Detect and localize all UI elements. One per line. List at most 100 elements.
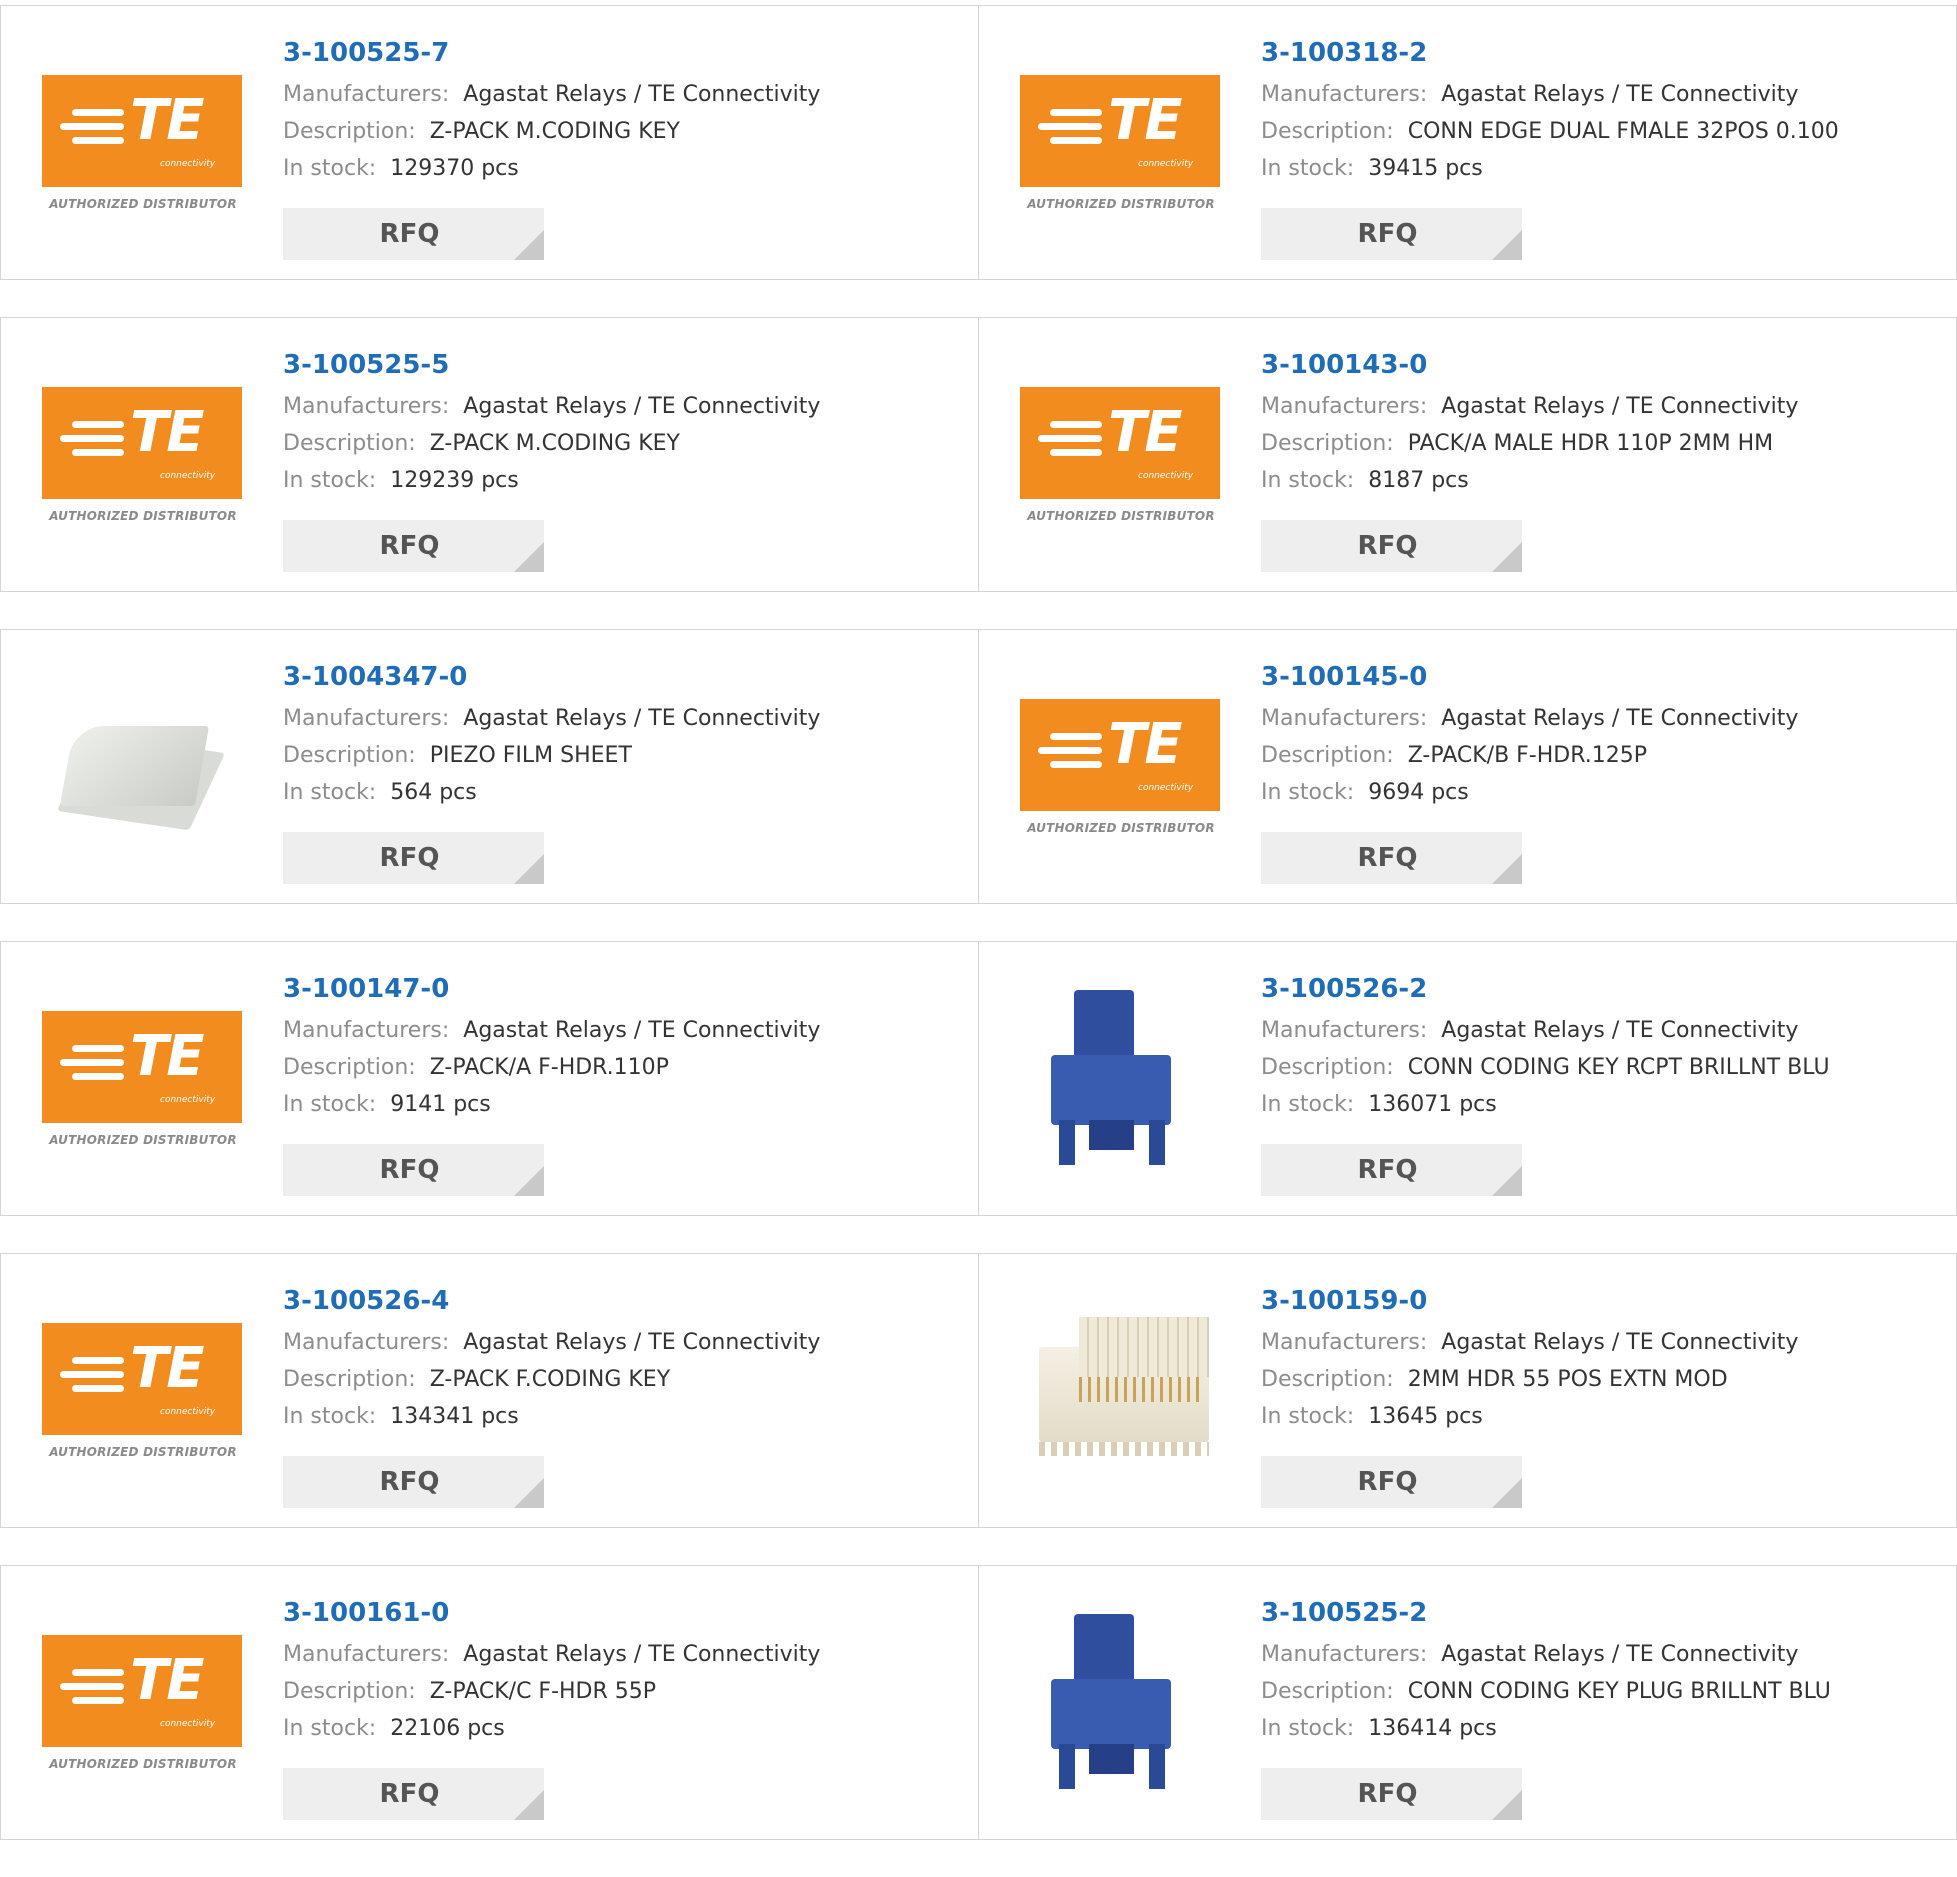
- manufacturers-label: Manufacturers:: [283, 1018, 450, 1043]
- rfq-button[interactable]: RFQ: [283, 1456, 544, 1508]
- product-row: 3-1004347-0 Manufacturers: Agastat Relays…: [0, 629, 1957, 904]
- part-number-link[interactable]: 3-100525-2: [1261, 1596, 1831, 1636]
- product-card: 3-100159-0 Manufacturers: Agastat Relays …: [979, 1253, 1957, 1528]
- part-number-link[interactable]: 3-100318-2: [1261, 36, 1839, 76]
- part-number-link[interactable]: 3-100526-4: [283, 1284, 820, 1324]
- product-card: TE connectivity AUTHORIZED DISTRIBUTOR 3-…: [0, 317, 979, 592]
- corner-triangle-icon: [514, 542, 544, 572]
- description-label: Description:: [1261, 743, 1394, 768]
- manufacturer-value: Agastat Relays / TE Connectivity: [1441, 82, 1799, 107]
- product-info: 3-100159-0 Manufacturers: Agastat Relays …: [1261, 1284, 1798, 1435]
- product-card: TE connectivity AUTHORIZED DISTRIBUTOR 3-…: [979, 5, 1957, 280]
- te-connectivity-logo: TE connectivity AUTHORIZED DISTRIBUTOR: [1019, 356, 1221, 558]
- part-number-link[interactable]: 3-100143-0: [1261, 348, 1798, 388]
- manufacturer-value: Agastat Relays / TE Connectivity: [463, 1330, 821, 1355]
- rfq-button[interactable]: RFQ: [283, 1768, 544, 1820]
- part-number-link[interactable]: 3-1004347-0: [283, 660, 820, 700]
- description-value: Z-PACK M.CODING KEY: [429, 119, 680, 144]
- description-value: Z-PACK/B F-HDR.125P: [1407, 743, 1647, 768]
- description-label: Description:: [283, 1055, 416, 1080]
- product-image[interactable]: [1019, 980, 1221, 1182]
- product-image[interactable]: TE connectivity AUTHORIZED DISTRIBUTOR: [41, 1292, 243, 1494]
- part-number-link[interactable]: 3-100525-5: [283, 348, 820, 388]
- stock-value: 39415 pcs: [1368, 156, 1483, 181]
- description-label: Description:: [1261, 1367, 1394, 1392]
- product-info: 3-100525-5 Manufacturers: Agastat Relays …: [283, 348, 820, 499]
- corner-triangle-icon: [514, 1478, 544, 1508]
- manufacturers-label: Manufacturers:: [283, 82, 450, 107]
- manufacturer-value: Agastat Relays / TE Connectivity: [1441, 1642, 1799, 1667]
- product-card: TE connectivity AUTHORIZED DISTRIBUTOR 3-…: [0, 1253, 979, 1528]
- description-label: Description:: [283, 431, 416, 456]
- rfq-button[interactable]: RFQ: [1261, 1456, 1522, 1508]
- manufacturers-label: Manufacturers:: [283, 394, 450, 419]
- te-connectivity-logo: TE connectivity AUTHORIZED DISTRIBUTOR: [1019, 44, 1221, 246]
- part-number-link[interactable]: 3-100526-2: [1261, 972, 1830, 1012]
- blue-coding-key-photo: [1019, 980, 1221, 1182]
- part-number-link[interactable]: 3-100147-0: [283, 972, 820, 1012]
- description-label: Description:: [283, 119, 416, 144]
- product-card: TE connectivity AUTHORIZED DISTRIBUTOR 3-…: [979, 629, 1957, 904]
- product-row: TE connectivity AUTHORIZED DISTRIBUTOR 3-…: [0, 317, 1957, 592]
- product-image[interactable]: [1019, 1604, 1221, 1806]
- manufacturers-label: Manufacturers:: [1261, 1642, 1428, 1667]
- corner-triangle-icon: [514, 1166, 544, 1196]
- product-image[interactable]: TE connectivity AUTHORIZED DISTRIBUTOR: [41, 980, 243, 1182]
- corner-triangle-icon: [514, 854, 544, 884]
- description-value: PIEZO FILM SHEET: [429, 743, 632, 768]
- stock-value: 129239 pcs: [390, 468, 519, 493]
- in-stock-label: In stock:: [283, 1404, 377, 1429]
- description-value: Z-PACK/A F-HDR.110P: [429, 1055, 669, 1080]
- rfq-button[interactable]: RFQ: [283, 208, 544, 260]
- authorized-distributor-label: AUTHORIZED DISTRIBUTOR: [1027, 509, 1215, 523]
- manufacturers-label: Manufacturers:: [283, 1330, 450, 1355]
- product-card: TE connectivity AUTHORIZED DISTRIBUTOR 3-…: [0, 1565, 979, 1840]
- rfq-button[interactable]: RFQ: [1261, 208, 1522, 260]
- in-stock-label: In stock:: [283, 780, 377, 805]
- product-image[interactable]: [41, 668, 243, 870]
- part-number-link[interactable]: 3-100525-7: [283, 36, 820, 76]
- product-row: TE connectivity AUTHORIZED DISTRIBUTOR 3-…: [0, 1565, 1957, 1840]
- description-value: 2MM HDR 55 POS EXTN MOD: [1407, 1367, 1728, 1392]
- rfq-button[interactable]: RFQ: [283, 520, 544, 572]
- description-label: Description:: [283, 743, 416, 768]
- product-image[interactable]: TE connectivity AUTHORIZED DISTRIBUTOR: [1019, 356, 1221, 558]
- rfq-button[interactable]: RFQ: [1261, 1768, 1522, 1820]
- product-info: 3-100525-7 Manufacturers: Agastat Relays …: [283, 36, 820, 187]
- description-label: Description:: [1261, 431, 1394, 456]
- part-number-link[interactable]: 3-100159-0: [1261, 1284, 1798, 1324]
- rfq-button[interactable]: RFQ: [283, 832, 544, 884]
- corner-triangle-icon: [1492, 1478, 1522, 1508]
- corner-triangle-icon: [1492, 1790, 1522, 1820]
- in-stock-label: In stock:: [1261, 780, 1355, 805]
- part-number-link[interactable]: 3-100161-0: [283, 1596, 820, 1636]
- product-image[interactable]: TE connectivity AUTHORIZED DISTRIBUTOR: [41, 44, 243, 246]
- manufacturer-value: Agastat Relays / TE Connectivity: [463, 82, 821, 107]
- product-info: 3-100525-2 Manufacturers: Agastat Relays …: [1261, 1596, 1831, 1747]
- te-connectivity-logo: TE connectivity AUTHORIZED DISTRIBUTOR: [41, 980, 243, 1182]
- product-info: 3-100526-4 Manufacturers: Agastat Relays …: [283, 1284, 820, 1435]
- corner-triangle-icon: [514, 230, 544, 260]
- rfq-button[interactable]: RFQ: [1261, 832, 1522, 884]
- te-connectivity-logo: TE connectivity AUTHORIZED DISTRIBUTOR: [41, 44, 243, 246]
- part-number-link[interactable]: 3-100145-0: [1261, 660, 1798, 700]
- product-card: 3-100526-2 Manufacturers: Agastat Relays …: [979, 941, 1957, 1216]
- product-image[interactable]: [1019, 1292, 1221, 1494]
- authorized-distributor-label: AUTHORIZED DISTRIBUTOR: [1027, 821, 1215, 835]
- authorized-distributor-label: AUTHORIZED DISTRIBUTOR: [49, 1445, 237, 1459]
- product-image[interactable]: TE connectivity AUTHORIZED DISTRIBUTOR: [1019, 44, 1221, 246]
- stock-value: 564 pcs: [390, 780, 477, 805]
- product-image[interactable]: TE connectivity AUTHORIZED DISTRIBUTOR: [1019, 668, 1221, 870]
- authorized-distributor-label: AUTHORIZED DISTRIBUTOR: [49, 197, 237, 211]
- product-image[interactable]: TE connectivity AUTHORIZED DISTRIBUTOR: [41, 1604, 243, 1806]
- authorized-distributor-label: AUTHORIZED DISTRIBUTOR: [49, 1133, 237, 1147]
- manufacturers-label: Manufacturers:: [1261, 1018, 1428, 1043]
- stock-value: 9694 pcs: [1368, 780, 1469, 805]
- rfq-button[interactable]: RFQ: [283, 1144, 544, 1196]
- te-connectivity-logo: TE connectivity AUTHORIZED DISTRIBUTOR: [41, 1292, 243, 1494]
- rfq-button[interactable]: RFQ: [1261, 1144, 1522, 1196]
- rfq-button[interactable]: RFQ: [1261, 520, 1522, 572]
- te-connectivity-logo: TE connectivity AUTHORIZED DISTRIBUTOR: [41, 1604, 243, 1806]
- stock-value: 13645 pcs: [1368, 1404, 1483, 1429]
- product-image[interactable]: TE connectivity AUTHORIZED DISTRIBUTOR: [41, 356, 243, 558]
